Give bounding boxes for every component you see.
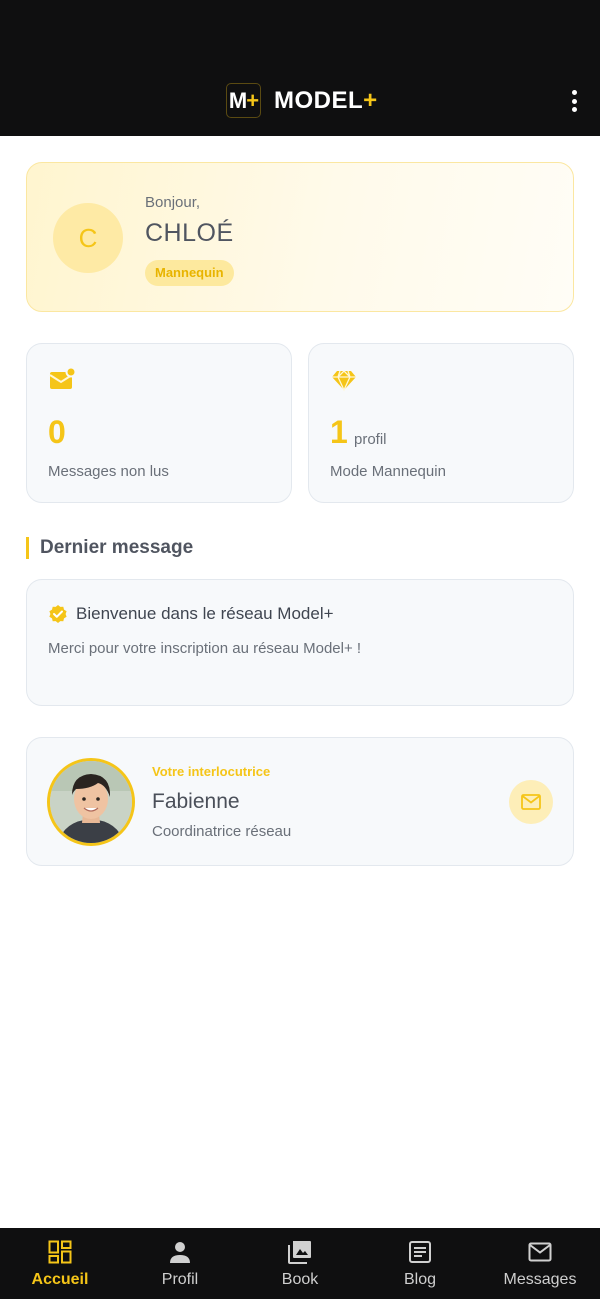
app-logo[interactable]: M + MODEL+ — [226, 83, 378, 118]
dashboard-icon — [48, 1240, 72, 1264]
diamond-icon — [332, 370, 356, 392]
contact-card: Votre interlocutrice Fabienne Coordinatr… — [26, 737, 574, 866]
contact-avatar — [47, 758, 135, 846]
nav-label-accueil: Accueil — [31, 1271, 89, 1288]
logo-badge-letter: M — [228, 87, 247, 113]
bottom-navigation: Accueil Profil Book Blog Messages — [0, 1228, 600, 1299]
user-name: CHLOÉ — [145, 219, 234, 247]
avatar: C — [53, 203, 123, 273]
contact-photo-image — [50, 761, 132, 843]
contact-name: Fabienne — [152, 790, 240, 813]
unread-label: Messages non lus — [48, 463, 169, 480]
logo-badge-plus: + — [246, 87, 259, 113]
unread-count: 0 — [48, 414, 66, 450]
logo-badge: M + — [226, 83, 261, 118]
last-message-card[interactable]: Bienvenue dans le réseau Model+ Merci po… — [26, 579, 574, 706]
profile-count-suffix: profil — [354, 431, 387, 448]
nav-item-messages[interactable]: Messages — [480, 1228, 600, 1299]
nav-label-profil: Profil — [161, 1271, 199, 1288]
nav-item-blog[interactable]: Blog — [360, 1228, 480, 1299]
greeting-card: C Bonjour, CHLOÉ Mannequin — [26, 162, 574, 312]
nav-item-accueil[interactable]: Accueil — [0, 1228, 120, 1299]
more-vertical-icon[interactable] — [568, 90, 580, 112]
top-app-bar: M + MODEL+ — [0, 0, 600, 136]
mail-notification-icon — [49, 366, 76, 389]
message-body: Merci pour votre inscription au réseau M… — [48, 640, 362, 657]
nav-label-blog: Blog — [403, 1271, 437, 1288]
section-title-last-message: Dernier message — [26, 537, 193, 559]
role-badge: Mannequin — [145, 260, 234, 286]
profile-count: 1 — [330, 414, 348, 450]
contact-title: Coordinatrice réseau — [152, 823, 292, 840]
profiles-card[interactable]: 1 profil Mode Mannequin — [308, 343, 574, 503]
contact-mail-button[interactable] — [509, 780, 553, 824]
article-icon — [409, 1241, 431, 1263]
photo-library-icon — [288, 1241, 311, 1264]
brand-plus: + — [363, 86, 378, 114]
brand-text: MODEL — [274, 86, 364, 114]
verified-badge-icon — [49, 605, 67, 623]
contact-role: Votre interlocutrice — [152, 764, 271, 779]
mail-icon — [521, 794, 541, 810]
person-icon — [170, 1242, 190, 1263]
nav-item-book[interactable]: Book — [240, 1228, 360, 1299]
brand-name: MODEL+ — [274, 87, 378, 115]
nav-item-profil[interactable]: Profil — [120, 1228, 240, 1299]
profile-mode-label: Mode Mannequin — [330, 463, 446, 480]
nav-label-messages: Messages — [503, 1271, 577, 1288]
nav-label-book: Book — [281, 1271, 319, 1288]
unread-messages-card[interactable]: 0 Messages non lus — [26, 343, 292, 503]
message-title: Bienvenue dans le réseau Model+ — [76, 604, 334, 623]
mail-icon — [528, 1242, 552, 1262]
greeting-hello: Bonjour, — [145, 194, 201, 211]
